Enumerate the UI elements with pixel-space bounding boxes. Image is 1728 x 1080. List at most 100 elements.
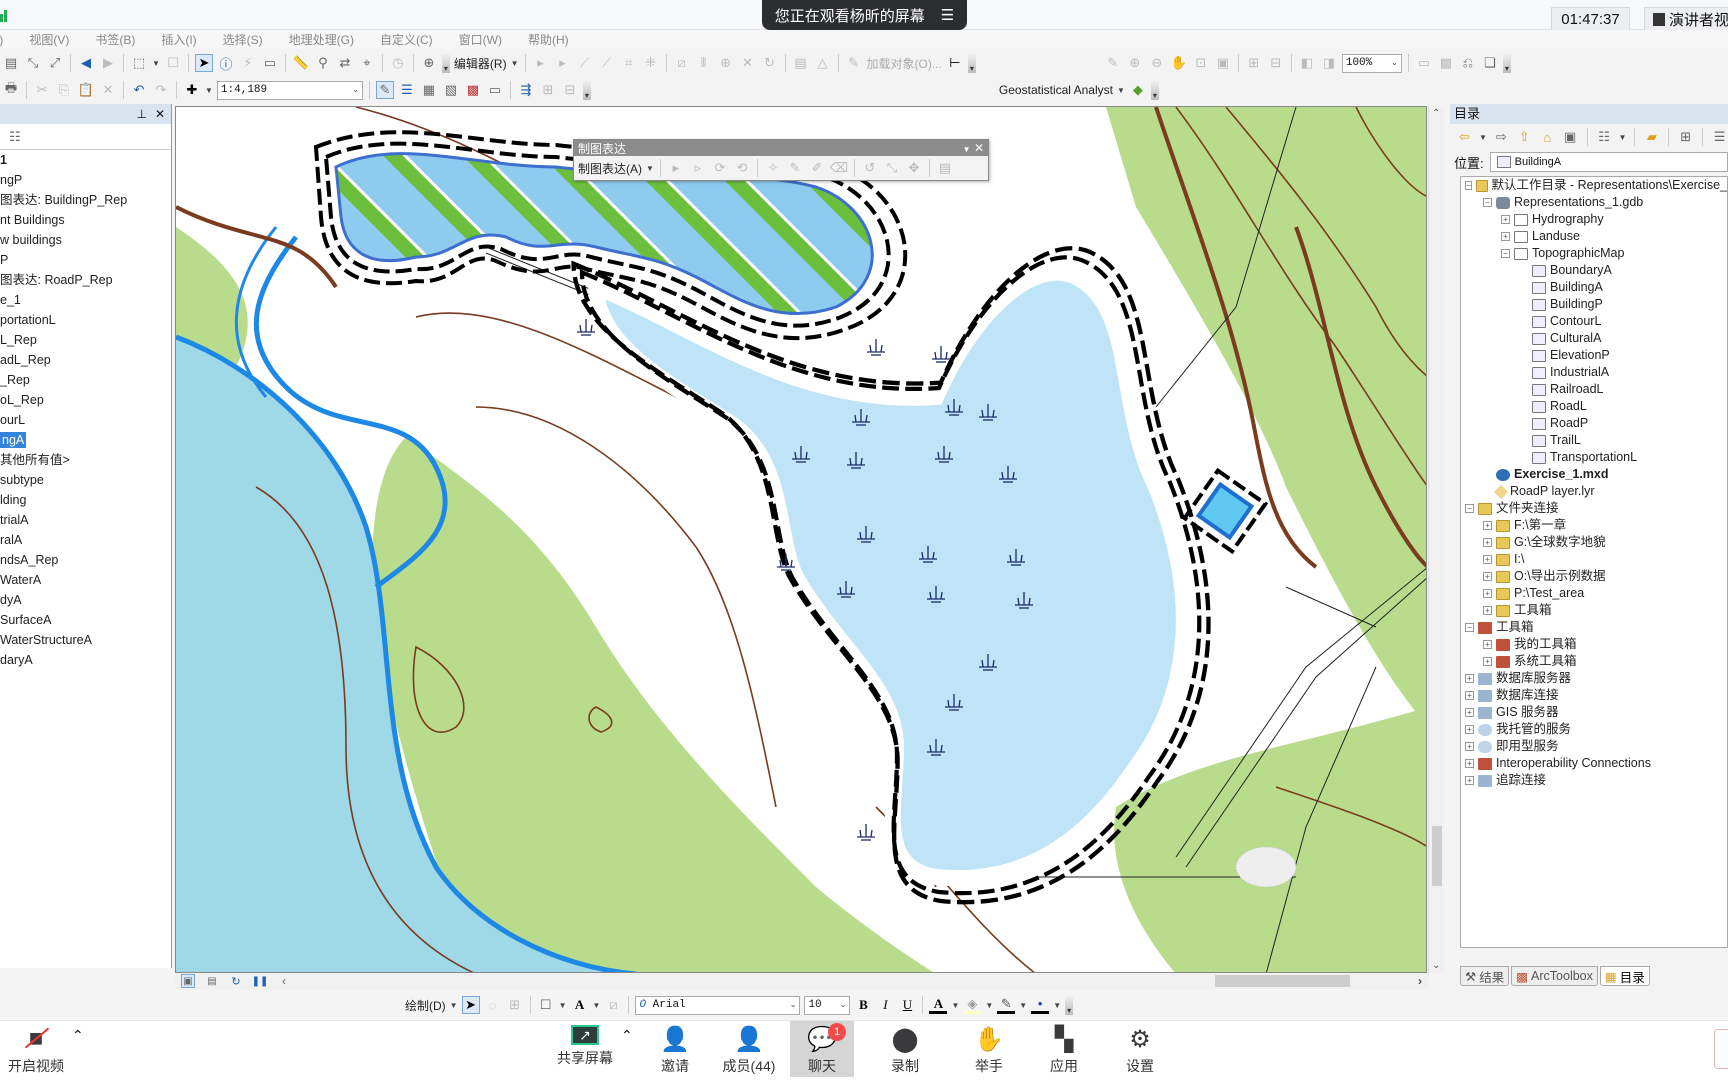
layout-zoom-combo[interactable]: 100% ⌄	[1341, 53, 1402, 73]
up-one-level-icon[interactable]: ⇧	[1516, 128, 1533, 146]
expand-icon[interactable]: +	[1483, 521, 1492, 530]
catalog-tree-node[interactable]: + 我的工具箱	[1461, 636, 1727, 653]
layout-pan-icon[interactable]: ✋	[1170, 54, 1188, 72]
select-elements-icon[interactable]: ➤	[461, 996, 480, 1014]
layout-view-icon[interactable]: ▤	[205, 974, 219, 988]
representation-properties-icon[interactable]: ▤	[936, 159, 954, 177]
settings-button[interactable]: ⚙ 设置	[1108, 1025, 1172, 1076]
expand-icon[interactable]: +	[1483, 538, 1492, 547]
rectangle-icon[interactable]: ☐	[537, 996, 555, 1014]
expand-icon[interactable]: +	[1483, 589, 1492, 598]
rotate-representation-icon[interactable]: ↺	[861, 159, 879, 177]
toolbar-grip[interactable]: ▾	[1065, 995, 1074, 1015]
menu-file[interactable]: 文件(F)	[0, 31, 3, 48]
change-layout-icon[interactable]: ⎌	[1459, 54, 1477, 72]
catalog-tree-node[interactable]: RoadP layer.lyr	[1461, 483, 1727, 500]
layout-zoom-out-icon[interactable]: ⊖	[1148, 54, 1166, 72]
catalog-tree-node[interactable]: + I:\	[1461, 551, 1727, 568]
back-extent-icon[interactable]: ◀	[77, 54, 95, 72]
view-options-icon[interactable]: ☷	[1596, 128, 1613, 146]
map-scale-combo[interactable]: 1:4,189 ⌄	[216, 80, 363, 100]
chevron-up-icon[interactable]: ⌃	[72, 1027, 84, 1044]
toc-layer-item[interactable]: nt Buildings	[0, 210, 171, 230]
toc-layer-item[interactable]: portationL	[0, 310, 171, 330]
location-input[interactable]: BuildingA	[1489, 152, 1728, 172]
lasso-direct-select-icon[interactable]: ⟲	[733, 159, 751, 177]
catalog-tree-node[interactable]: + 我托管的服务	[1461, 721, 1727, 738]
cut-icon[interactable]: ✂	[33, 81, 51, 99]
modelbuilder-icon[interactable]: ⇶	[517, 81, 535, 99]
catalog-tree-node[interactable]: + O:\导出示例数据	[1461, 568, 1727, 585]
toolbar-grip[interactable]: ▾	[441, 53, 450, 73]
insert-vertex-icon[interactable]: ✧	[764, 159, 782, 177]
edit-annotation-icon[interactable]: ▸	[554, 54, 572, 72]
menu-view[interactable]: 视图(V)	[29, 31, 69, 48]
time-slider-icon[interactable]: ◷	[389, 54, 407, 72]
toc-layer-item[interactable]: WaterA	[0, 570, 171, 590]
toc-layer-item[interactable]: lding	[0, 490, 171, 510]
underline-button[interactable]: U	[898, 996, 916, 1014]
geostatistical-analyst-menu[interactable]: Geostatistical Analyst	[999, 83, 1113, 97]
catalog-tree-node[interactable]: − Representations_1.gdb	[1461, 194, 1727, 211]
select-representation-icon[interactable]: ▸	[667, 159, 685, 177]
undo-icon[interactable]: ↶	[130, 81, 148, 99]
scroll-left-icon[interactable]: ‹	[277, 974, 291, 988]
toc-layer-item[interactable]: daryA	[0, 650, 171, 670]
collapse-icon[interactable]: −	[1465, 623, 1474, 632]
catalog-tree-node[interactable]: − 工具箱	[1461, 619, 1727, 636]
toc-layer-item[interactable]: ralA	[0, 530, 171, 550]
data-driven-pages-icon[interactable]: ❏	[1481, 54, 1499, 72]
map-view[interactable]	[175, 106, 1427, 973]
tab-arctoolbox[interactable]: ▩ ArcToolbox	[1511, 966, 1598, 986]
rotate-icon[interactable]: ↻	[761, 54, 779, 72]
expand-icon[interactable]: +	[1501, 232, 1510, 241]
dropdown-arrow-icon[interactable]: ▼	[1053, 1001, 1061, 1010]
list-by-drawing-order-icon[interactable]: ☷	[6, 128, 24, 146]
edit-vertices-icon[interactable]: ⧄	[673, 54, 691, 72]
forward-icon[interactable]: ⇨	[1493, 128, 1510, 146]
toolbar-grip[interactable]: ▾	[967, 53, 976, 73]
menu-selection[interactable]: 选择(S)	[223, 31, 263, 48]
toolbar-grip[interactable]: ▾	[582, 80, 591, 100]
leave-button[interactable]	[1714, 1029, 1728, 1069]
tab-results[interactable]: ⚒ 结果	[1460, 966, 1510, 986]
toc-layer-item[interactable]: trialA	[0, 510, 171, 530]
draw-menu[interactable]: 绘制(D)	[405, 997, 446, 1014]
toolbar-grip[interactable]: ▾	[1502, 53, 1511, 73]
geostatistical-wizard-icon[interactable]: ◆	[1129, 81, 1147, 99]
toc-layer-item[interactable]: subtype	[0, 470, 171, 490]
catalog-tree-node[interactable]: CulturalA	[1461, 330, 1727, 347]
chat-button[interactable]: 💬 1 聊天	[790, 1021, 854, 1077]
expand-icon[interactable]: +	[1483, 572, 1492, 581]
expand-icon[interactable]: ⊞	[539, 81, 557, 99]
representation-toolbar-title-bar[interactable]: 制图表达 ▼ ✕	[574, 140, 988, 156]
toc-layer-item[interactable]: _Rep	[0, 370, 171, 390]
editor-toolbar-icon[interactable]: ✎	[375, 81, 394, 99]
collapse-icon[interactable]: −	[1465, 181, 1473, 190]
catalog-tree-node[interactable]: BuildingP	[1461, 296, 1727, 313]
catalog-tree-node[interactable]: ElevationP	[1461, 347, 1727, 364]
catalog-tree-node[interactable]: TransportationL	[1461, 449, 1727, 466]
map-canvas[interactable]	[176, 107, 1427, 973]
expand-icon[interactable]: +	[1465, 725, 1474, 734]
direct-select-icon[interactable]: ▹	[689, 159, 707, 177]
font-color-icon[interactable]: A	[929, 996, 948, 1014]
paste-icon[interactable]: 📋	[77, 81, 95, 99]
dropdown-arrow-icon[interactable]: ▼	[450, 1001, 458, 1010]
measure-icon[interactable]: 📏	[292, 54, 310, 72]
toolbar-grip[interactable]: ▾	[1150, 80, 1159, 100]
previous-extent-layout-icon[interactable]: ◧	[1298, 54, 1316, 72]
edit-vertices-icon[interactable]: ⧄	[604, 996, 622, 1014]
rotate-element-icon[interactable]: ◌	[484, 996, 502, 1014]
go-to-xy-icon[interactable]: ⌖	[358, 54, 376, 72]
menu-customize[interactable]: 自定义(C)	[380, 31, 433, 48]
catalog-tree-node[interactable]: + 工具箱	[1461, 602, 1727, 619]
end-point-arc-icon[interactable]: ⟋	[598, 54, 616, 72]
default-gdb-icon[interactable]: ▣	[1562, 128, 1579, 146]
zoom-whole-page-icon[interactable]: ⊡	[1192, 54, 1210, 72]
catalog-tree-node[interactable]: + P:\Test_area	[1461, 585, 1727, 602]
invite-button[interactable]: 👤 邀请	[643, 1025, 707, 1076]
catalog-tree-node[interactable]: − 默认工作目录 - Representations\Exercise_	[1461, 177, 1727, 194]
toc-layer-item[interactable]: ngA	[0, 430, 171, 450]
find-route-icon[interactable]: ⇄	[336, 54, 354, 72]
